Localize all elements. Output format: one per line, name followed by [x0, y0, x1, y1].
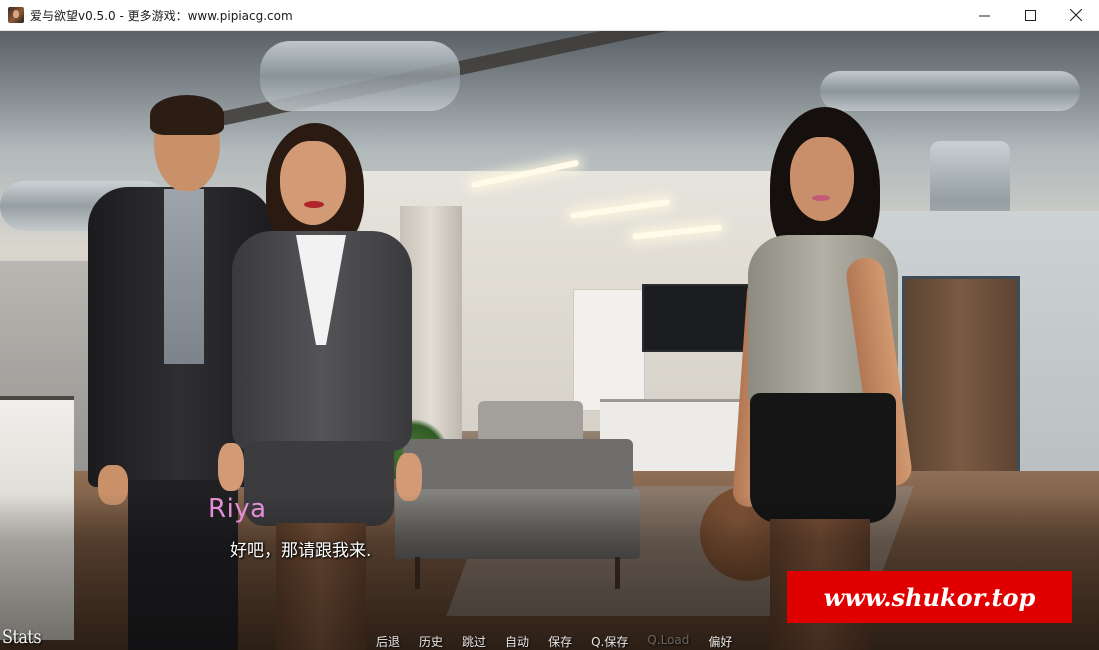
kitchen-shelf: [573, 289, 645, 411]
quick-menu-auto[interactable]: 自动: [505, 633, 529, 650]
speaker-name: Riya: [208, 494, 267, 524]
watermark-banner: www.shukor.top: [787, 571, 1072, 623]
minimize-icon: [978, 15, 990, 16]
window-titlebar: 爱与欲望v0.5.0 - 更多游戏：www.pipiacg.com: [0, 0, 1099, 31]
quick-menu-quick-load[interactable]: Q.Load: [647, 633, 689, 650]
maximize-button[interactable]: [1007, 0, 1053, 30]
hair: [150, 95, 224, 135]
sofa-back: [403, 439, 633, 494]
face: [790, 137, 854, 221]
maximize-icon: [1024, 9, 1036, 21]
close-button[interactable]: [1053, 0, 1099, 30]
quick-menu-back[interactable]: 后退: [376, 633, 400, 650]
close-icon: [1070, 9, 1082, 21]
dialogue-text: 好吧，那请跟我来.: [230, 541, 372, 561]
lips: [812, 195, 830, 201]
wall-tv: [642, 284, 756, 352]
window-title: 爱与欲望v0.5.0 - 更多游戏：www.pipiacg.com: [30, 9, 293, 23]
ceiling-duct: [260, 41, 460, 111]
quick-menu-preferences[interactable]: 偏好: [708, 633, 732, 650]
minimize-button[interactable]: [961, 0, 1007, 30]
quick-menu-save[interactable]: 保存: [548, 633, 572, 650]
face: [280, 141, 346, 225]
quick-menu-skip[interactable]: 跳过: [462, 633, 486, 650]
stats-button[interactable]: Stats: [2, 626, 42, 648]
hand: [218, 443, 244, 491]
quick-menu-history[interactable]: 历史: [419, 633, 443, 650]
game-viewport[interactable]: Riya 好吧，那请跟我来. www.shukor.top Stats 后退 历…: [0, 31, 1099, 650]
app-icon: [8, 7, 24, 23]
quick-menu: 后退 历史 跳过 自动 保存 Q.保存 Q.Load 偏好: [376, 633, 751, 650]
lips: [304, 201, 324, 208]
quick-menu-quick-save[interactable]: Q.保存: [591, 633, 628, 650]
ceiling-duct: [820, 71, 1080, 111]
grey-shirt: [164, 189, 204, 364]
